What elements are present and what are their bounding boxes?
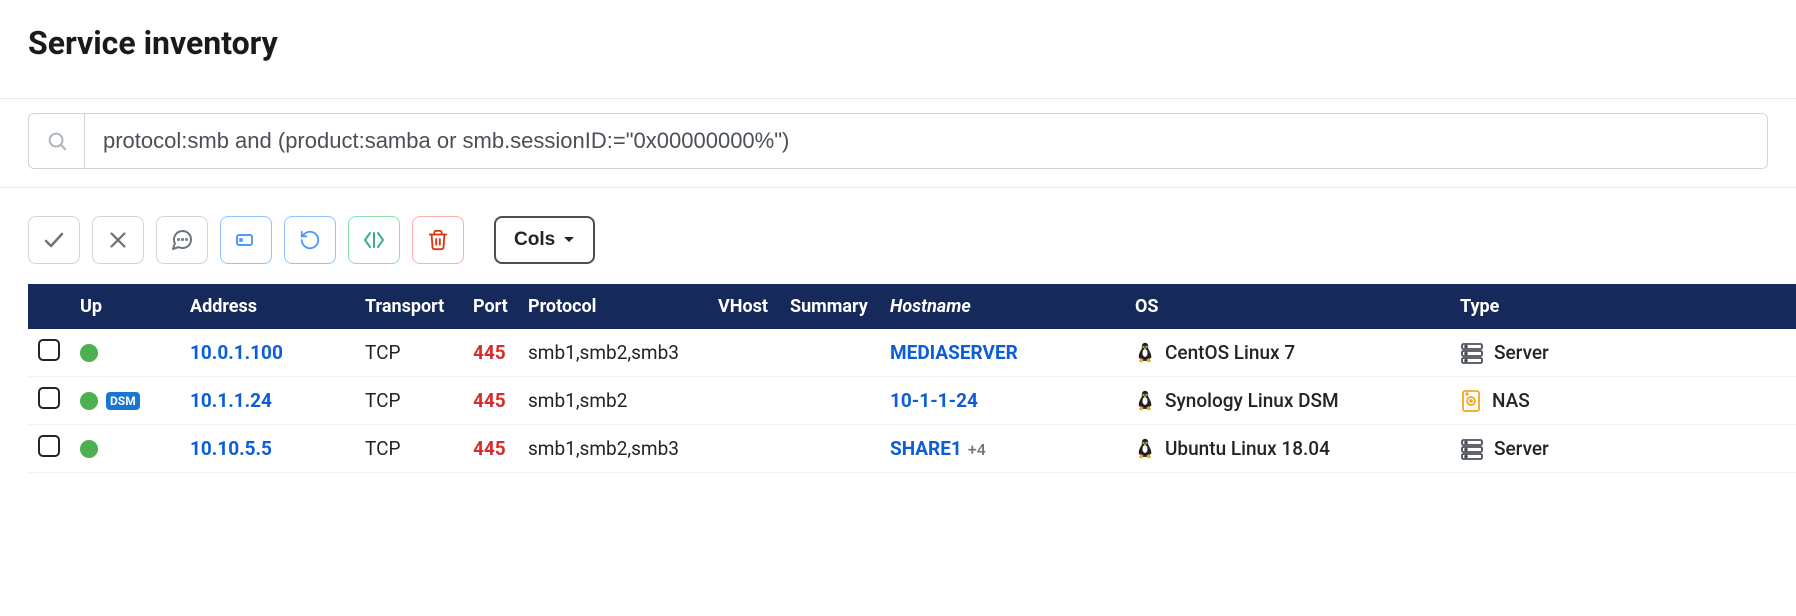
row-checkbox[interactable] [38, 339, 60, 361]
server-icon [1460, 342, 1484, 364]
col-protocol[interactable]: Protocol [518, 284, 708, 329]
col-vhost[interactable]: VHost [708, 284, 780, 329]
table-row: 10.0.1.100 TCP 445 smb1,smb2,smb3 MEDIASERVE… [28, 329, 1796, 377]
col-type[interactable]: Type [1450, 284, 1796, 329]
table-row: DSM 10.1.1.24 TCP 445 smb1,smb2 10-1-1-24 Syno… [28, 377, 1796, 425]
transport-cell: TCP [355, 329, 463, 377]
caret-down-icon [563, 236, 575, 244]
tux-icon [1135, 438, 1155, 460]
vhost-cell [708, 329, 780, 377]
delete-button[interactable] [412, 216, 464, 264]
columns-label: Cols [514, 229, 555, 251]
port-cell: 445 [473, 437, 506, 460]
col-summary[interactable]: Summary [780, 284, 880, 329]
address-link[interactable]: 10.1.1.24 [190, 389, 272, 412]
hostname-link[interactable]: SHARE1 [890, 437, 962, 460]
row-checkbox[interactable] [38, 387, 60, 409]
toolbar: Cols [0, 188, 1796, 284]
nas-icon [1460, 389, 1482, 413]
vhost-cell [708, 425, 780, 473]
status-dot-icon [80, 392, 98, 410]
address-link[interactable]: 10.0.1.100 [190, 341, 283, 364]
col-hostname[interactable]: Hostname [880, 284, 1125, 329]
columns-dropdown[interactable]: Cols [494, 216, 595, 264]
merge-button[interactable] [348, 216, 400, 264]
transport-cell: TCP [355, 425, 463, 473]
server-icon [1460, 438, 1484, 460]
summary-cell [780, 329, 880, 377]
table-row: 10.10.5.5 TCP 445 smb1,smb2,smb3 SHARE1 +4 Ubu… [28, 425, 1796, 473]
os-badge: DSM [106, 392, 140, 410]
approve-button[interactable] [28, 216, 80, 264]
type-cell: Server [1494, 437, 1549, 460]
status-dot-icon [80, 344, 98, 362]
reject-button[interactable] [92, 216, 144, 264]
page-title: Service inventory [0, 0, 1796, 98]
search-input[interactable] [85, 114, 1767, 168]
os-cell: Ubuntu Linux 18.04 [1165, 437, 1330, 460]
status-dot-icon [80, 440, 98, 458]
col-up[interactable]: Up [70, 284, 180, 329]
service-table: Up Address Transport Port Protocol VHost… [28, 284, 1796, 473]
hostname-link[interactable]: MEDIASERVER [890, 341, 1018, 364]
type-cell: Server [1494, 341, 1549, 364]
transport-cell: TCP [355, 377, 463, 425]
col-os[interactable]: OS [1125, 284, 1450, 329]
protocol-cell: smb1,smb2,smb3 [518, 329, 708, 377]
os-cell: CentOS Linux 7 [1165, 341, 1295, 364]
hostname-link[interactable]: 10-1-1-24 [890, 389, 978, 412]
summary-cell [780, 425, 880, 473]
protocol-cell: smb1,smb2,smb3 [518, 425, 708, 473]
type-cell: NAS [1492, 389, 1530, 412]
tux-icon [1135, 342, 1155, 364]
col-transport[interactable]: Transport [355, 284, 463, 329]
col-address[interactable]: Address [180, 284, 355, 329]
tux-icon [1135, 390, 1155, 412]
vhost-cell [708, 377, 780, 425]
table-header-row: Up Address Transport Port Protocol VHost… [28, 284, 1796, 329]
os-cell: Synology Linux DSM [1165, 389, 1339, 412]
port-cell: 445 [473, 341, 506, 364]
row-checkbox[interactable] [38, 435, 60, 457]
summary-cell [780, 377, 880, 425]
protocol-cell: smb1,smb2 [518, 377, 708, 425]
address-link[interactable]: 10.10.5.5 [190, 437, 272, 460]
hostname-extra: +4 [968, 440, 986, 459]
tag-button[interactable] [220, 216, 272, 264]
search-bar [0, 99, 1796, 187]
search-icon [29, 114, 85, 168]
rescan-button[interactable] [284, 216, 336, 264]
port-cell: 445 [473, 389, 506, 412]
search-box [28, 113, 1768, 169]
col-port[interactable]: Port [463, 284, 518, 329]
comment-button[interactable] [156, 216, 208, 264]
